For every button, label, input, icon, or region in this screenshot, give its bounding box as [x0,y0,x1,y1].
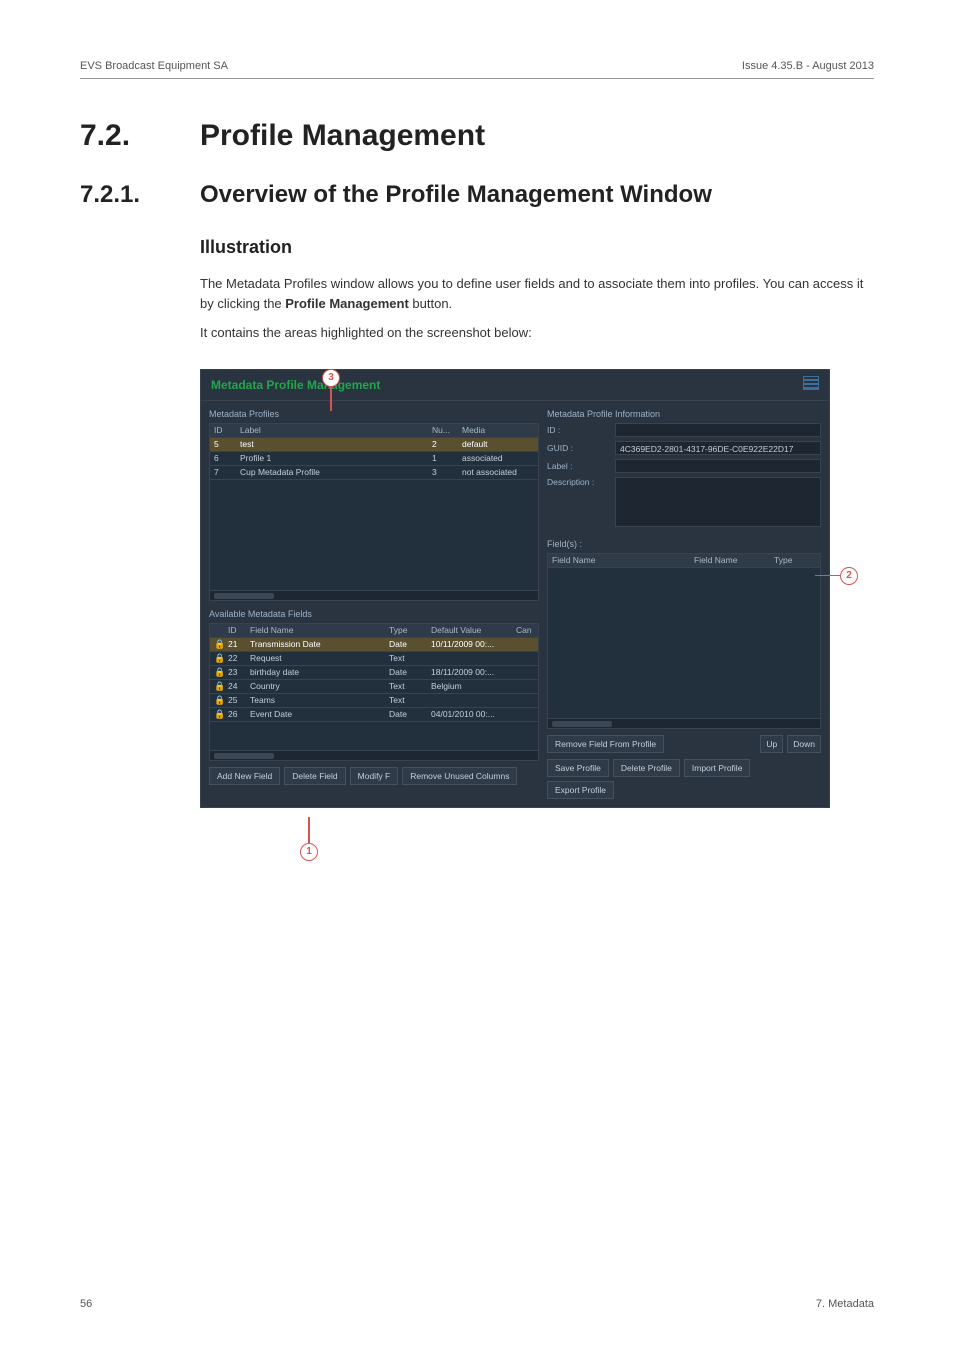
screenshot-illustration: 3 2 Metadata Profile Management Metadata… [200,369,874,808]
fields-buttons: Add New Field Delete Field Modify F Remo… [209,767,539,785]
label-label: Label : [547,461,609,471]
profiles-panel: Metadata Profiles ID Label Nu... Media 5 [209,409,539,601]
description-field[interactable] [615,477,821,527]
paragraph-1: The Metadata Profiles window allows you … [200,274,874,313]
assigned-fields-grid[interactable]: Field Name Field Name Type [547,553,821,729]
guid-field[interactable]: 4C369ED2-2801-4317-96DE-C0E922E22D17 [615,441,821,455]
subsection-number: 7.2.1. [80,181,200,209]
window-title: Metadata Profile Management [211,378,380,392]
label-field[interactable] [615,459,821,473]
remove-unused-columns-button[interactable]: Remove Unused Columns [402,767,517,785]
lock-icon: 🔒 [214,709,224,719]
lock-icon: 🔒 [214,653,224,663]
table-row[interactable]: 🔒 26 Event Date Date 04/01/2010 00:... [210,708,538,722]
description-label: Description : [547,477,609,487]
delete-field-button[interactable]: Delete Field [284,767,345,785]
lock-icon: 🔒 [214,681,224,691]
lock-icon: 🔒 [214,639,224,649]
section-title: Profile Management [200,119,485,153]
table-row[interactable]: 5 test 2 default [210,438,538,452]
header-right: Issue 4.35.B - August 2013 [742,60,874,72]
save-profile-button[interactable]: Save Profile [547,759,609,777]
id-field[interactable] [615,423,821,437]
add-new-field-button[interactable]: Add New Field [209,767,280,785]
horizontal-scrollbar[interactable] [210,590,538,600]
horizontal-scrollbar[interactable] [210,750,538,760]
down-button[interactable]: Down [787,735,821,753]
callout-3-line [330,387,332,411]
page-footer: 56 7. Metadata [80,1298,874,1310]
callout-1-line [308,817,310,843]
fields-panel: Available Metadata Fields ID Field Name … [209,609,539,785]
delete-profile-button[interactable]: Delete Profile [613,759,680,777]
lock-icon: 🔒 [214,667,224,677]
import-profile-button[interactable]: Import Profile [684,759,751,777]
illustration-heading: Illustration [200,237,874,258]
callout-3: 3 [322,369,340,387]
profile-info-panel: Metadata Profile Information ID : GUID :… [547,409,821,799]
table-row[interactable]: 🔒 22 Request Text [210,652,538,666]
window-title-bar: Metadata Profile Management [201,370,829,401]
clip-icon[interactable] [803,376,819,390]
profiles-grid-header: ID Label Nu... Media [210,424,538,438]
page-header: EVS Broadcast Equipment SA Issue 4.35.B … [80,60,874,79]
profiles-label: Metadata Profiles [209,409,539,419]
section-heading: 7.2. Profile Management [80,119,874,153]
callout-2: 2 [840,567,858,585]
fields-grid[interactable]: ID Field Name Type Default Value Can 🔒 2… [209,623,539,761]
export-profile-button[interactable]: Export Profile [547,781,614,799]
remove-field-from-profile-button[interactable]: Remove Field From Profile [547,735,664,753]
page-number: 56 [80,1298,92,1310]
callout-1: 1 [300,843,318,861]
subsection-heading: 7.2.1. Overview of the Profile Managemen… [80,181,874,209]
table-row[interactable]: 🔒 23 birthday date Date 18/11/2009 00:..… [210,666,538,680]
table-row[interactable]: 🔒 24 Country Text Belgium [210,680,538,694]
paragraph-2: It contains the areas highlighted on the… [200,323,874,343]
section-number: 7.2. [80,119,200,153]
header-left: EVS Broadcast Equipment SA [80,60,228,72]
fields-label: Available Metadata Fields [209,609,539,619]
footer-chapter: 7. Metadata [816,1298,874,1310]
subsection-title: Overview of the Profile Management Windo… [200,181,874,209]
profiles-grid[interactable]: ID Label Nu... Media 5 test 2 default [209,423,539,601]
guid-label: GUID : [547,443,609,453]
id-label: ID : [547,425,609,435]
callout-2-line [815,575,840,577]
info-label: Metadata Profile Information [547,409,821,419]
metadata-profile-window: Metadata Profile Management Metadata Pro… [200,369,830,808]
up-button[interactable]: Up [760,735,783,753]
fields-sublabel: Field(s) : [547,539,821,549]
table-row[interactable]: 7 Cup Metadata Profile 3 not associated [210,466,538,480]
fields-grid-header: ID Field Name Type Default Value Can [210,624,538,638]
horizontal-scrollbar[interactable] [548,718,820,728]
table-row[interactable]: 🔒 21 Transmission Date Date 10/11/2009 0… [210,638,538,652]
table-row[interactable]: 🔒 25 Teams Text [210,694,538,708]
lock-icon: 🔒 [214,695,224,705]
table-row[interactable]: 6 Profile 1 1 associated [210,452,538,466]
modify-field-button[interactable]: Modify F [350,767,399,785]
